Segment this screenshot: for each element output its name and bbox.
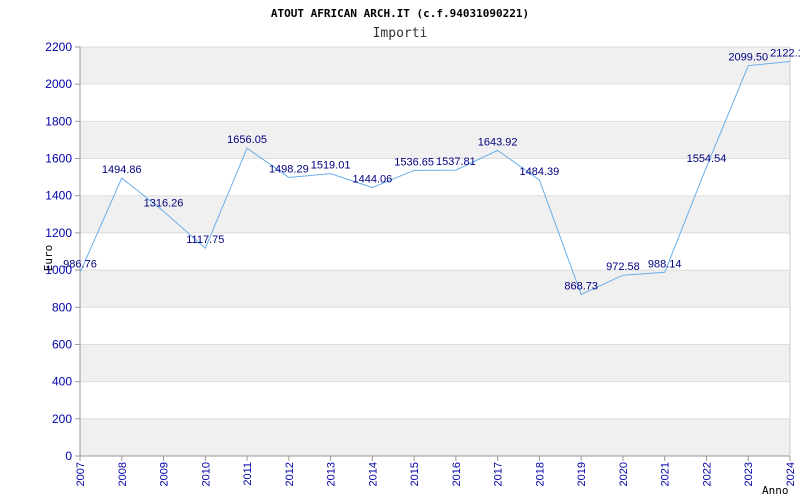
x-axis-label: Anno — [762, 484, 789, 497]
series-line — [79, 60, 791, 296]
data-label: 972.58 — [606, 261, 640, 273]
y-tick-label: 1400 — [45, 189, 72, 203]
x-tick-label: 2019 — [576, 462, 588, 486]
x-tick-label: 2017 — [493, 462, 505, 486]
x-tick-label: 2008 — [117, 462, 129, 486]
x-tick-label: 2012 — [284, 462, 296, 486]
data-label: 1117.75 — [186, 234, 224, 246]
data-label: 1537.81 — [436, 156, 476, 168]
x-tick-label: 2013 — [326, 462, 338, 486]
x-tick-label: 2014 — [367, 462, 379, 486]
data-label: 2099.50 — [728, 52, 768, 64]
y-tick-label: 600 — [52, 337, 72, 351]
grid-band — [80, 270, 790, 308]
grid-band — [80, 47, 790, 85]
x-tick-label: 2020 — [618, 462, 630, 486]
x-tick-label: 2011 — [242, 462, 254, 486]
y-tick-label: 1600 — [45, 152, 72, 166]
data-label: 2122.17 — [770, 47, 800, 59]
y-tick-label: 2000 — [45, 77, 72, 91]
x-tick-label: 2022 — [701, 462, 713, 486]
y-tick-label: 2200 — [45, 40, 72, 54]
y-tick-label: 1800 — [45, 114, 72, 128]
x-tick-label: 2021 — [660, 462, 672, 486]
data-label: 1316.26 — [144, 197, 184, 209]
data-label: 1519.01 — [311, 160, 351, 172]
grid-band — [80, 344, 790, 382]
y-tick-label: 200 — [52, 412, 72, 426]
y-tick-label: 0 — [65, 449, 72, 463]
y-axis-label: Euro — [42, 245, 55, 272]
data-label: 1643.92 — [478, 136, 518, 148]
data-label: 1484.39 — [520, 166, 560, 178]
y-tick-label: 800 — [52, 300, 72, 314]
x-tick-label: 2024 — [785, 462, 797, 486]
data-label: 1444.06 — [352, 174, 392, 186]
chart-title: ATOUT AFRICAN ARCH.IT (c.f.94031090221) — [271, 7, 529, 20]
data-label: 988.14 — [648, 258, 682, 270]
data-label: 986.76 — [63, 259, 97, 271]
x-tick-label: 2015 — [409, 462, 421, 486]
chart-subtitle: Importi — [373, 26, 428, 41]
x-tick-label: 2007 — [75, 462, 87, 486]
x-tick-label: 2018 — [534, 462, 546, 486]
data-label: 1656.05 — [227, 134, 267, 146]
data-label: 1498.29 — [269, 163, 309, 175]
x-tick-label: 2016 — [451, 462, 463, 486]
x-tick-label: 2009 — [159, 462, 171, 486]
y-tick-label: 400 — [52, 375, 72, 389]
data-label: 1554.54 — [687, 153, 727, 165]
y-tick-label: 1200 — [45, 226, 72, 240]
data-label: 1494.86 — [102, 164, 142, 176]
grid-bands — [80, 46, 790, 457]
data-label: 868.73 — [564, 280, 598, 292]
grid-band — [80, 121, 790, 159]
grid-band — [80, 195, 790, 233]
x-tick-label: 2010 — [200, 462, 212, 486]
data-label: 1536.65 — [394, 156, 434, 168]
line-chart: ATOUT AFRICAN ARCH.IT (c.f.94031090221) … — [42, 7, 800, 497]
grid-band — [80, 418, 790, 456]
x-tick-label: 2023 — [743, 462, 755, 486]
